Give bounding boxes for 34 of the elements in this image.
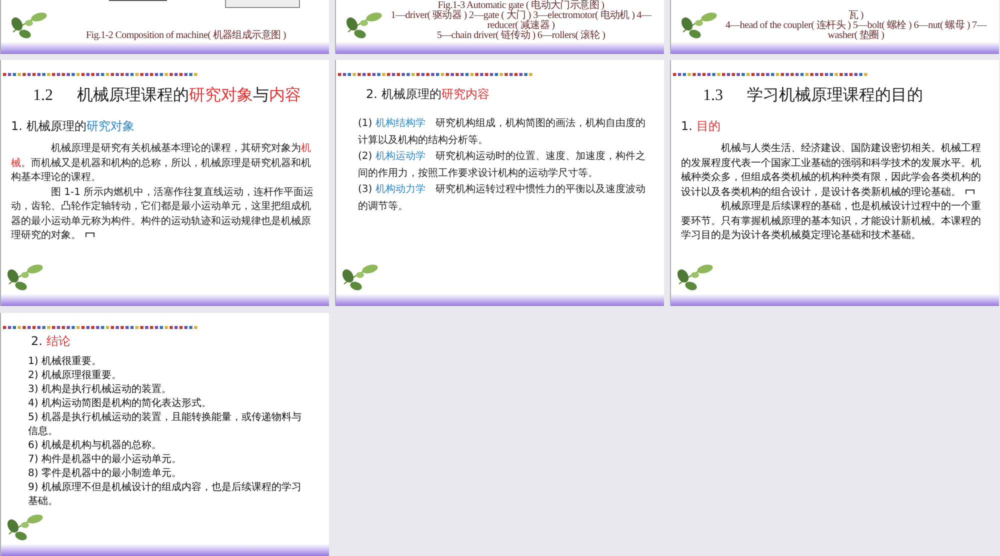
list-item: 5) 机器是执行机械运动的装置，且能转换能量，或传递物料与信息。 — [28, 411, 302, 439]
slide-thumbnail[interactable]: 2. 结论 1) 机械很重要。 2) 机械原理很重要。 3) 机构是执行机械运动的装置。 4) 机构运动简图是机构的简化表达形式。 5) 机器是执行机械运动的装置，且能转换能量，或传递物料与信息。 6) 机械是机构与机器的总称。 7) 构件是机器中的最小运动单元。 8) 零件是机器中的最小制造单元。 9) 机械原理不但是机械设计的组成内容，也是后续课程的学习基础。 — [0, 313, 329, 556]
figure-caption: 1—driver( 驱动器 ) 2—gate ( 大门 ) 3—electromotor( 电动机 ) 4— — [390, 11, 652, 21]
slide-thumbnail[interactable]: Fig.1-2 Composition of machine( 机器组成示意图 ) — [0, 0, 329, 54]
slide-subtitle: 1. 目的 — [680, 118, 722, 134]
list-item: 6) 机械是机构与机器的总称。 — [28, 439, 162, 453]
slide-thumbnail[interactable]: 2. 机械原理的研究内容 (1) 机构结构学 研究机构组成，机构简图的画法，机构自由度的计算以及机构的结构分析等。 (2) 机构运动学 研究机构运动时的位置、速度、加速度，构件之间的作用力，按照工作要求设计机构的运动学尺寸等。 (3) 机构动力学 研究机构运转过程中惯性力的平衡以及速度波动的调节等。 — [335, 60, 664, 306]
list-item: 3) 机构是执行机械运动的装置。 — [28, 383, 172, 397]
figure-caption: 瓦 ) — [848, 11, 864, 21]
figure-caption: Fig.1-2 Composition of machine( 机器组成示意图 ) — [86, 31, 286, 41]
slide-thumbnail[interactable]: 1.2 机械原理课程的研究对象与内容 1. 机械原理的研究对象 机械原理是研究有关机械基本理论的课程，其研究对象为机械。而机械又是机器和机构的总称，所以，机械原理是研究机器和机构基本理论的课程。 图 1-1 所示内燃机中，活塞作往复直线运动，连杆作平面运动，齿轮、凸轮作定轴转动，它们都是最小运动单元，这里把组成机器的最小运动单元称为构件。构件的运动轨迹和运动规律也是机械原理研究的对象。 — [0, 60, 329, 306]
list-item: 1) 机械很重要。 — [28, 355, 102, 369]
slide-subtitle: 2. 结论 — [30, 333, 72, 349]
slide-title: 1.3 学习机械原理课程的目的 — [702, 85, 924, 106]
figure-caption: reducer( 减速器 ) — [487, 21, 555, 31]
body-paragraph: (1) 机构结构学 研究机构组成，机构简图的画法，机构自由度的计算以及机构的结构分析等。 — [358, 116, 646, 148]
figure-caption: 4—head of the coupler( 连杆头 ) 5—bolt( 螺栓 ) 6—nut( 螺母 ) 7— — [726, 21, 986, 31]
slide-thumbnail[interactable]: 瓦 ) 4—head of the coupler( 连杆头 ) 5—bolt( 螺栓 ) 6—nut( 螺母 ) 7— washer( 垫圈 ) — [670, 0, 999, 54]
body-paragraph: (2) 机构运动学 研究机构运动时的位置、速度、加速度，构件之间的作用力，按照工作要求设计机构的运动学尺寸等。 — [358, 150, 646, 180]
body-paragraph: 机械原理是后续课程的基础，也是机械设计过程中的一个重要环节。只有掌握机械原理的基本知识，才能设计新机械。本课程的学习目的是为设计各类机械奠定理论基础和技术基础。 — [681, 200, 982, 243]
body-paragraph: (3) 机构动力学 研究机构运转过程中惯性力的平衡以及速度波动的调节等。 — [358, 182, 646, 214]
slide-title: 1.2 机械原理课程的研究对象与内容 — [32, 85, 302, 106]
body-paragraph: 机械与人类生活、经济建设、国防建设密切相关。机械工程的发展程度代表一个国家工业基础的强弱和科学技术的发展水平。机械种类众多，但组成各类机械的机构种类有限，因此学会各类机构的设计以及各类机构的组合设计，是设计各类新机械的理论基础。 — [681, 142, 982, 200]
list-item: 2) 机械原理很重要。 — [28, 369, 122, 383]
body-paragraph: 图 1-1 所示内燃机中，活塞作往复直线运动，连杆作平面运动，齿轮、凸轮作定轴转动，它们都是最小运动单元，这里把组成机器的最小运动单元称为构件。构件的运动轨迹和运动规律也是机械原理研究的对象。 — [11, 186, 315, 243]
slide-subtitle: 1. 机械原理的研究对象 — [10, 118, 136, 134]
body-paragraph: 机械原理是研究有关机械基本理论的课程，其研究对象为机械。而机械又是机器和机构的总称，所以，机械原理是研究机器和机构基本理论的课程。 — [11, 142, 312, 185]
figure-caption: 5—chain driver( 链传动 ) 6—rollers( 滚轮 ) — [436, 31, 606, 41]
list-item: 8) 零件是机器中的最小制造单元。 — [28, 467, 182, 481]
slide-subtitle: 2. 机械原理的研究内容 — [365, 86, 490, 102]
list-item: 4) 机构运动简图是机构的简化表达形式。 — [28, 397, 212, 411]
figure-caption: washer( 垫圈 ) — [828, 31, 884, 41]
list-item: 7) 构件是机器中的最小运动单元。 — [28, 453, 182, 467]
list-item: 9) 机械原理不但是机械设计的组成内容，也是后续课程的学习基础。 — [28, 481, 302, 509]
